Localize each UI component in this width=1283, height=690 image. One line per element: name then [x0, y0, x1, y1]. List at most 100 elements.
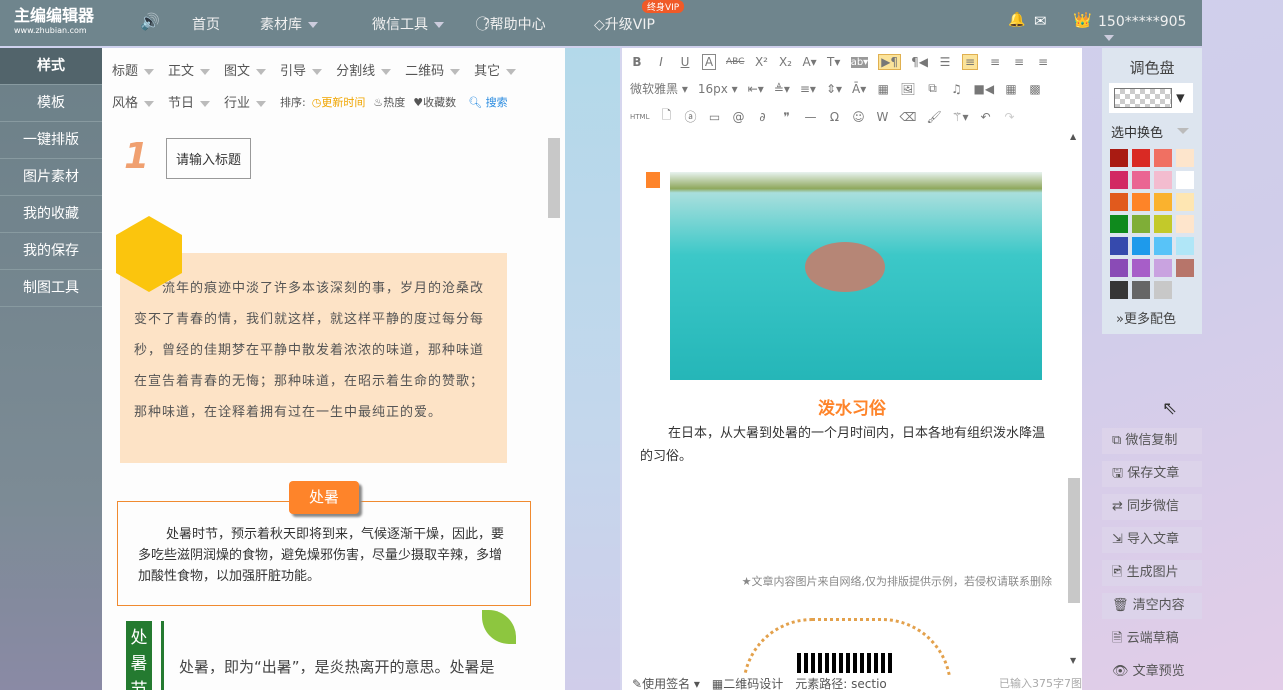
nav-style[interactable]: 样式	[0, 48, 102, 85]
tab-title[interactable]: 标题	[112, 60, 155, 79]
tab-holiday[interactable]: 节日	[168, 92, 211, 111]
strikethrough-button[interactable]: ABC	[726, 57, 744, 67]
clear-content-button[interactable]: 🗑 清空内容	[1102, 593, 1202, 619]
letter-spacing-icon[interactable]: Ā▾	[852, 82, 866, 96]
text-block[interactable]: 流年的痕迹中淡了许多本该深刻的事，岁月的沧桑改变不了青春的情，我们就这样，就这样…	[120, 253, 507, 463]
html-icon[interactable]: HTML	[630, 113, 649, 121]
template-icon[interactable]: ▭	[707, 110, 721, 124]
sort-updated[interactable]: ◷更新时间	[312, 94, 366, 110]
scroll-down-icon[interactable]: ▼	[1070, 656, 1076, 665]
music-icon[interactable]: ♫	[949, 82, 963, 96]
sort-hot[interactable]: ♨热度	[373, 94, 405, 110]
tab-qrcode[interactable]: 二维码	[405, 60, 461, 79]
color-swatch[interactable]	[1176, 237, 1194, 255]
color-swatch[interactable]	[1176, 149, 1194, 167]
nav-graphic-tool[interactable]: 制图工具	[0, 270, 102, 307]
more-colors-button[interactable]: »更多配色	[1116, 308, 1176, 327]
speaker-icon[interactable]: 🔊	[140, 12, 160, 31]
logo[interactable]: 主编编辑器 www.zhubian.com	[14, 8, 94, 38]
color-swatch[interactable]	[1154, 149, 1172, 167]
video-icon[interactable]: ■◀	[973, 82, 994, 96]
save-article-button[interactable]: 🖫 保存文章	[1102, 461, 1202, 487]
scroll-up-icon[interactable]: ▲	[1070, 132, 1076, 141]
magic-wand-icon[interactable]: ⚚▾	[952, 110, 969, 124]
nav-materials[interactable]: 素材库	[260, 14, 318, 34]
special-char-icon[interactable]: Ω	[827, 110, 841, 124]
spacing-bottom-icon[interactable]: ≡▾	[800, 82, 816, 96]
color-swatch[interactable]	[1110, 281, 1128, 299]
nav-home[interactable]: 首页	[192, 14, 220, 34]
tab-guide[interactable]: 引导	[280, 60, 323, 79]
background-color-button[interactable]: ab▾	[850, 56, 869, 68]
tab-image-text[interactable]: 图文	[224, 60, 267, 79]
font-border-button[interactable]: A	[702, 54, 716, 70]
subscript-button[interactable]: X₂	[778, 55, 792, 69]
rtl-button[interactable]: ¶◀	[911, 55, 928, 69]
tab-other[interactable]: 其它	[474, 60, 517, 79]
color-swatch[interactable]	[1132, 215, 1150, 233]
link-icon[interactable]: ∂	[755, 110, 769, 124]
align-right-button[interactable]: ≡	[988, 55, 1002, 69]
font-style-button[interactable]: T▾	[827, 55, 841, 69]
wechat-copy-button[interactable]: ⧉ 微信复制	[1102, 428, 1202, 454]
redo-icon[interactable]: ↷	[1002, 110, 1016, 124]
nav-template[interactable]: 模板	[0, 85, 102, 122]
nav-vip[interactable]: ◇升级VIP	[594, 14, 655, 34]
nav-help[interactable]: ?⃝帮助中心	[483, 14, 546, 34]
at-icon[interactable]: ⓐ	[683, 108, 697, 125]
select-recolor-label[interactable]: 选中换色	[1111, 122, 1163, 141]
search-button[interactable]: 🔍︎ 搜索	[468, 94, 507, 110]
import-article-button[interactable]: ⇲ 导入文章	[1102, 527, 1202, 553]
cloud-draft-button[interactable]: 🗎 云端草稿	[1102, 626, 1202, 652]
color-swatch[interactable]	[1154, 171, 1172, 189]
line-height-icon[interactable]: ⇕▾	[826, 82, 842, 96]
color-swatch[interactable]	[1110, 149, 1128, 167]
table-icon[interactable]: ▦	[876, 82, 890, 96]
nav-one-click-layout[interactable]: 一键排版	[0, 122, 102, 159]
color-swatch[interactable]	[1132, 149, 1150, 167]
indent-button[interactable]: ☰	[938, 55, 952, 69]
undo-icon[interactable]: ↶	[978, 110, 992, 124]
tab-divider[interactable]: 分割线	[336, 60, 392, 79]
font-size-select[interactable]: 16px ▾	[698, 82, 738, 96]
format-brush-icon[interactable]: 🖌︎	[926, 110, 941, 124]
align-left-button[interactable]: ≡	[961, 54, 979, 70]
tab-industry[interactable]: 行业	[224, 92, 267, 111]
mail-icon[interactable]: ✉	[1034, 12, 1047, 30]
mosaic-icon[interactable]: ▩	[1028, 82, 1042, 96]
tab-body[interactable]: 正文	[168, 60, 211, 79]
scrollbar[interactable]	[548, 138, 560, 218]
color-swatch[interactable]	[1176, 215, 1194, 233]
align-center-button[interactable]: ≡	[1012, 55, 1026, 69]
signature-button[interactable]: ✎使用签名 ▾	[632, 675, 700, 690]
color-swatch[interactable]	[1176, 171, 1194, 189]
color-swatch[interactable]	[1154, 281, 1172, 299]
quote-icon[interactable]: ❞	[779, 110, 793, 124]
word-icon[interactable]: W	[875, 110, 889, 124]
underline-button[interactable]: U	[678, 55, 692, 69]
paragraph-spacing-icon[interactable]: ⇤▾	[748, 82, 764, 96]
image-table-icon[interactable]: ▦	[1004, 82, 1018, 96]
color-swatch[interactable]	[1132, 259, 1150, 277]
title-input[interactable]: 请输入标题	[166, 138, 252, 179]
image-icon[interactable]: 🖼︎	[900, 82, 915, 96]
article-preview-button[interactable]: 👁 文章预览	[1102, 659, 1202, 685]
sync-wechat-button[interactable]: ⇄ 同步微信	[1102, 494, 1202, 520]
bell-icon[interactable]: 🔔	[1008, 12, 1025, 28]
color-swatch[interactable]	[1132, 237, 1150, 255]
chevron-down-icon[interactable]	[1177, 128, 1189, 134]
user-menu[interactable]: 150*****905	[1098, 14, 1202, 46]
color-swatch[interactable]	[1176, 193, 1194, 211]
bold-button[interactable]: B	[630, 55, 644, 69]
color-swatch[interactable]	[1154, 237, 1172, 255]
color-swatch[interactable]	[1154, 193, 1172, 211]
editor-scrollbar[interactable]	[1068, 478, 1080, 603]
font-color-button[interactable]: A▾	[802, 55, 816, 69]
nav-wechat-tools[interactable]: 微信工具	[372, 14, 444, 34]
color-swatch[interactable]	[1110, 259, 1128, 277]
color-swatch[interactable]	[1132, 171, 1150, 189]
transparent-color-select[interactable]: ▼	[1109, 83, 1193, 113]
color-swatch[interactable]	[1110, 193, 1128, 211]
generate-image-button[interactable]: 🖻 生成图片	[1102, 560, 1202, 586]
spacing-top-icon[interactable]: ≜▾	[774, 82, 790, 96]
